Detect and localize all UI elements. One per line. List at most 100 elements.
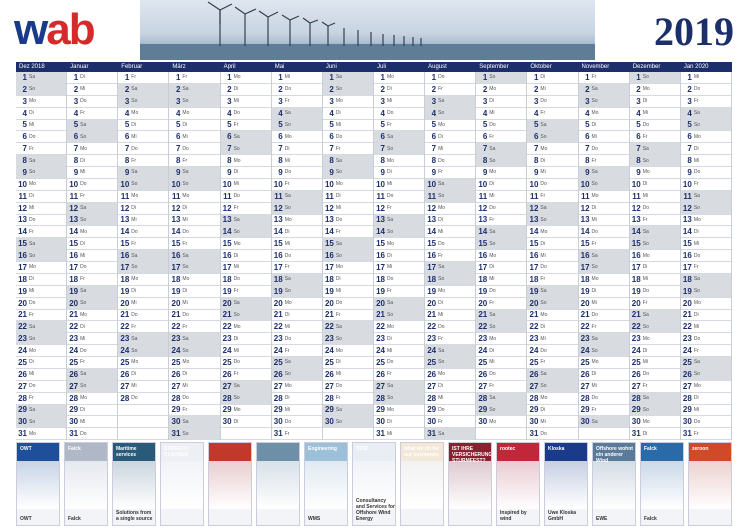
sponsor-ad[interactable] (256, 442, 300, 526)
day-cell[interactable]: 6 Fr (476, 131, 527, 144)
day-cell[interactable]: 4 Di (16, 108, 67, 120)
day-cell[interactable]: 28 Di (680, 393, 731, 405)
day-cell[interactable]: 22 Mi (271, 321, 322, 334)
day-cell[interactable]: 26 Sa (527, 368, 578, 381)
day-cell[interactable]: 14 Do (578, 226, 629, 239)
day-cell[interactable] (476, 428, 527, 441)
day-cell[interactable]: 9 Sa (578, 167, 629, 179)
day-cell[interactable]: 17 So (578, 262, 629, 274)
day-cell[interactable]: 3 Fr (680, 96, 731, 108)
day-cell[interactable]: 4 Fr (527, 108, 578, 120)
day-cell[interactable]: 22 So (629, 321, 680, 334)
day-cell[interactable]: 3 Mo (16, 96, 67, 108)
day-cell[interactable]: 22 Sa (16, 321, 67, 334)
sponsor-ad[interactable]: Kloska Uwe Kloska GmbH (544, 442, 588, 526)
day-cell[interactable]: 17 Di (629, 262, 680, 274)
day-cell[interactable]: 24 So (118, 345, 169, 357)
day-cell[interactable]: 8 Fr (118, 155, 169, 167)
day-cell[interactable]: 23 Sa (578, 333, 629, 346)
day-cell[interactable]: 26 Sa (67, 368, 118, 381)
day-cell[interactable]: 9 Sa (169, 167, 220, 179)
day-cell[interactable]: 13 Mi (578, 215, 629, 227)
day-cell[interactable]: 15 Di (527, 238, 578, 251)
day-cell[interactable]: 5 Di (169, 120, 220, 132)
day-cell[interactable]: 10 Fr (680, 179, 731, 191)
day-cell[interactable]: 19 Mo (425, 286, 476, 298)
day-cell[interactable]: 11 Di (322, 191, 373, 203)
day-cell[interactable]: 1 Sa (16, 72, 67, 84)
day-cell[interactable]: 4 Do (220, 108, 271, 120)
day-cell[interactable]: 25 Mo (578, 357, 629, 369)
wab-logo[interactable]: wab (14, 8, 96, 52)
day-cell[interactable]: 14 Di (271, 226, 322, 239)
day-cell[interactable]: 15 Fr (169, 238, 220, 251)
day-cell[interactable]: 19 Do (629, 286, 680, 298)
day-cell[interactable]: 28 Mo (527, 393, 578, 405)
day-cell[interactable]: 2 Sa (578, 83, 629, 96)
day-cell[interactable]: 7 Fr (16, 143, 67, 156)
day-cell[interactable]: 3 Mi (220, 96, 271, 108)
day-cell[interactable] (322, 428, 373, 441)
day-cell[interactable]: 5 Di (578, 120, 629, 132)
day-cell[interactable]: 19 Fr (220, 286, 271, 298)
day-cell[interactable]: 10 So (169, 178, 220, 191)
day-cell[interactable]: 22 Mo (373, 321, 425, 334)
day-cell[interactable]: 18 Mo (169, 274, 220, 286)
day-cell[interactable]: 15 Mo (373, 238, 425, 251)
day-cell[interactable]: 21 Fr (16, 310, 67, 322)
day-cell[interactable]: 22 Sa (322, 321, 373, 334)
day-cell[interactable]: 4 Mo (169, 108, 220, 120)
day-cell[interactable]: 14 Di (680, 226, 731, 239)
day-cell[interactable]: 3 Mi (373, 96, 425, 108)
day-cell[interactable]: 12 So (271, 202, 322, 215)
day-cell[interactable]: 13 So (527, 214, 578, 227)
day-cell[interactable]: 1 Di (67, 72, 118, 84)
day-cell[interactable]: 2 Mo (629, 84, 680, 96)
day-cell[interactable]: 20 Fr (476, 298, 527, 310)
day-cell[interactable]: 22 Fr (118, 321, 169, 334)
day-cell[interactable]: 2 So (322, 83, 373, 96)
day-cell[interactable]: 20 Mi (118, 298, 169, 310)
day-cell[interactable]: 23 Di (373, 333, 425, 346)
day-cell[interactable]: 3 So (169, 95, 220, 108)
day-cell[interactable]: 29 So (476, 404, 527, 417)
day-cell[interactable]: 27 Do (16, 381, 67, 393)
day-cell[interactable]: 11 Do (373, 191, 425, 203)
day-cell[interactable]: 24 Mo (322, 345, 373, 357)
day-cell[interactable]: 12 So (680, 202, 731, 215)
day-cell[interactable]: 31 Mo (16, 428, 67, 441)
day-cell[interactable]: 2 Di (220, 84, 271, 96)
day-cell[interactable] (220, 428, 271, 441)
day-cell[interactable]: 2 Mi (527, 84, 578, 96)
day-cell[interactable]: 19 Mi (322, 286, 373, 298)
day-cell[interactable]: 21 Sa (476, 309, 527, 322)
day-cell[interactable]: 29 Di (527, 405, 578, 417)
day-cell[interactable]: 25 Do (373, 357, 425, 369)
day-cell[interactable]: 9 So (322, 167, 373, 179)
day-cell[interactable]: 5 Sa (67, 119, 118, 132)
day-cell[interactable]: 22 Do (425, 321, 476, 334)
day-cell[interactable]: 22 Di (527, 321, 578, 334)
day-cell[interactable]: 9 Do (271, 167, 322, 179)
day-cell[interactable]: 20 So (527, 297, 578, 310)
day-cell[interactable]: 17 Fr (680, 262, 731, 274)
day-cell[interactable]: 3 Sa (425, 95, 476, 108)
day-cell[interactable]: 16 Mo (476, 250, 527, 262)
day-cell[interactable]: 26 Di (578, 369, 629, 381)
day-cell[interactable]: 27 So (527, 380, 578, 393)
day-cell[interactable]: 14 Fr (322, 226, 373, 239)
day-cell[interactable]: 1 Mo (373, 72, 425, 84)
day-cell[interactable]: 28 Do (169, 393, 220, 405)
day-cell[interactable]: 14 So (220, 226, 271, 239)
day-cell[interactable]: 23 Sa (118, 333, 169, 346)
day-cell[interactable]: 8 Di (67, 155, 118, 167)
day-cell[interactable]: 13 Mi (169, 215, 220, 227)
day-cell[interactable]: 7 Do (578, 143, 629, 156)
day-cell[interactable]: 14 Mo (67, 226, 118, 239)
day-cell[interactable]: 16 Fr (425, 250, 476, 262)
day-cell[interactable]: 26 Di (169, 369, 220, 381)
day-cell[interactable]: 17 Di (476, 262, 527, 274)
day-cell[interactable]: 15 Fr (118, 238, 169, 251)
day-cell[interactable]: 18 Di (322, 274, 373, 286)
day-cell[interactable]: 14 Fr (16, 226, 67, 239)
